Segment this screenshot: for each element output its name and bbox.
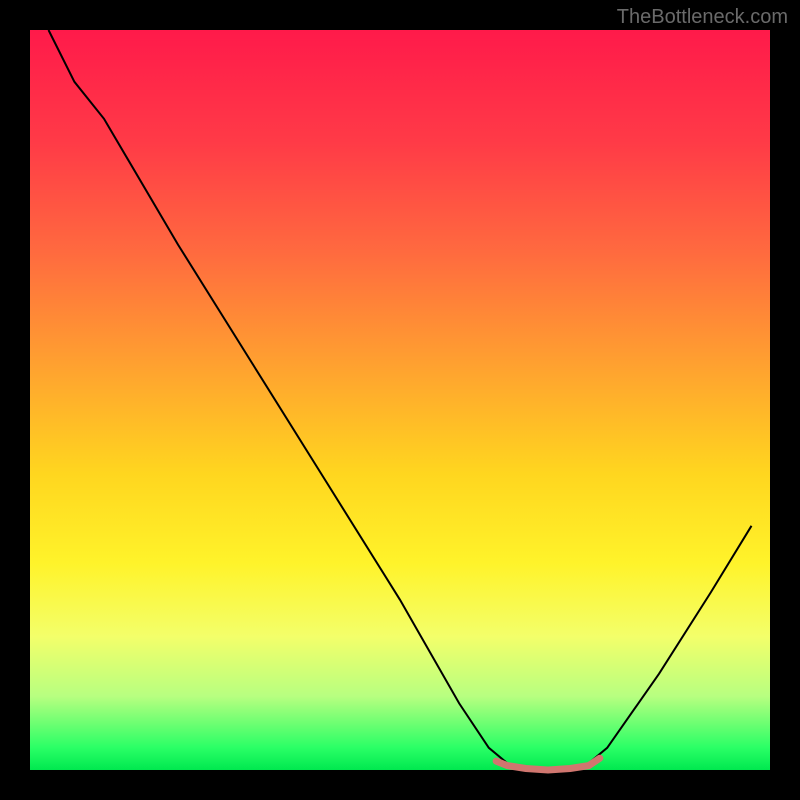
bottleneck-chart — [0, 0, 800, 800]
watermark-text: TheBottleneck.com — [617, 6, 788, 29]
gradient-background — [30, 30, 770, 770]
